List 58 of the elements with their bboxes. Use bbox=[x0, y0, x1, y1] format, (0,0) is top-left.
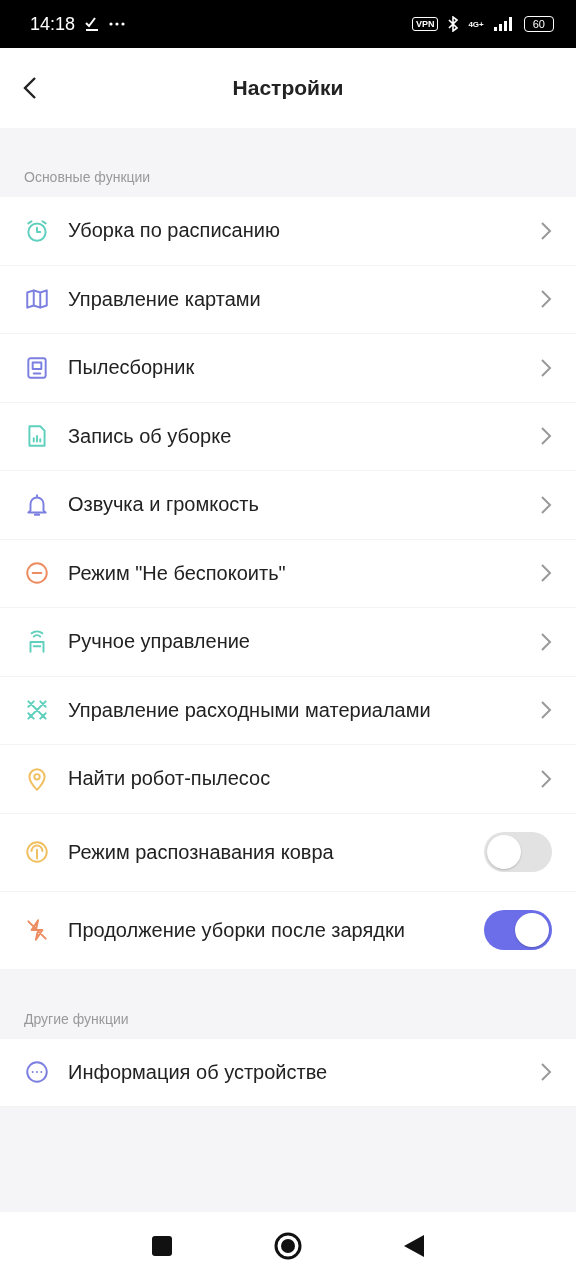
row-label: Продолжение уборки после зарядки bbox=[68, 918, 406, 942]
chevron-right-icon bbox=[540, 357, 552, 378]
settings-row[interactable]: Запись об уборке bbox=[0, 402, 576, 471]
bell-icon bbox=[24, 491, 50, 518]
row-label: Озвучка и громкость bbox=[68, 493, 260, 517]
settings-row[interactable]: Режим распознавания ковра bbox=[0, 813, 576, 892]
row-label: Найти робот-пылесос bbox=[68, 767, 272, 791]
chevron-right-icon bbox=[540, 1062, 552, 1083]
recents-button[interactable] bbox=[151, 1235, 173, 1257]
chevron-right-icon bbox=[540, 494, 552, 515]
battery-indicator: 60 bbox=[523, 16, 554, 32]
square-icon bbox=[151, 1235, 173, 1257]
bluetooth-icon bbox=[448, 16, 459, 32]
row-label: Запись об уборке bbox=[68, 424, 233, 448]
chevron-right-icon bbox=[540, 631, 552, 652]
settings-row[interactable]: Ручное управление bbox=[0, 608, 576, 677]
row-label: Информация об устройстве bbox=[68, 1060, 329, 1084]
toggle-switch[interactable] bbox=[484, 910, 552, 950]
check-icon bbox=[85, 17, 100, 31]
chevron-right-icon bbox=[540, 426, 552, 447]
row-label: Режим "Не беспокоить" bbox=[68, 561, 287, 585]
triangle-icon bbox=[403, 1234, 425, 1258]
row-label: Ручное управление bbox=[68, 630, 251, 654]
settings-row[interactable]: Управление картами bbox=[0, 265, 576, 334]
chevron-right-icon bbox=[540, 220, 552, 241]
row-label: Уборка по расписанию bbox=[68, 219, 281, 243]
settings-row[interactable]: Озвучка и громкость bbox=[0, 471, 576, 540]
more-icon bbox=[109, 22, 126, 26]
vpn-indicator: VPN bbox=[411, 17, 439, 31]
settings-row[interactable]: Пылесборник bbox=[0, 334, 576, 403]
home-button[interactable] bbox=[273, 1231, 303, 1261]
row-label: Управление картами bbox=[68, 287, 262, 311]
section-title: Другие функции bbox=[23, 1010, 129, 1029]
chevron-right-icon bbox=[540, 768, 552, 789]
clock: 14:18 bbox=[30, 13, 76, 35]
back-nav-button[interactable] bbox=[403, 1234, 425, 1258]
settings-row[interactable]: Информация об устройстве bbox=[0, 1038, 576, 1107]
chevron-right-icon bbox=[540, 700, 552, 721]
more-circle-icon bbox=[24, 1059, 50, 1086]
settings-row[interactable]: Продолжение уборки после зарядки bbox=[0, 891, 576, 970]
page-title: Настройки bbox=[232, 76, 344, 100]
row-label: Режим распознавания ковра bbox=[68, 840, 335, 864]
signal-icon bbox=[493, 17, 514, 31]
circle-icon bbox=[273, 1231, 303, 1261]
minus-circle-icon bbox=[24, 560, 50, 587]
section-title: Основные функции bbox=[23, 169, 151, 187]
toggle-switch[interactable] bbox=[484, 832, 552, 872]
chevron-right-icon bbox=[540, 563, 552, 584]
settings-row[interactable]: Найти робот-пылесос bbox=[0, 745, 576, 814]
container-icon bbox=[24, 354, 50, 381]
alarm-clock-icon bbox=[24, 217, 50, 244]
settings-row[interactable]: Управление расходными материалами bbox=[0, 676, 576, 745]
settings-row[interactable]: Уборка по расписанию bbox=[0, 197, 576, 266]
network-type: 4G+ bbox=[468, 19, 484, 29]
row-label: Управление расходными материалами bbox=[68, 698, 432, 722]
chevron-right-icon bbox=[540, 289, 552, 310]
row-label: Пылесборник bbox=[68, 356, 196, 380]
settings-row[interactable]: Режим "Не беспокоить" bbox=[0, 539, 576, 608]
